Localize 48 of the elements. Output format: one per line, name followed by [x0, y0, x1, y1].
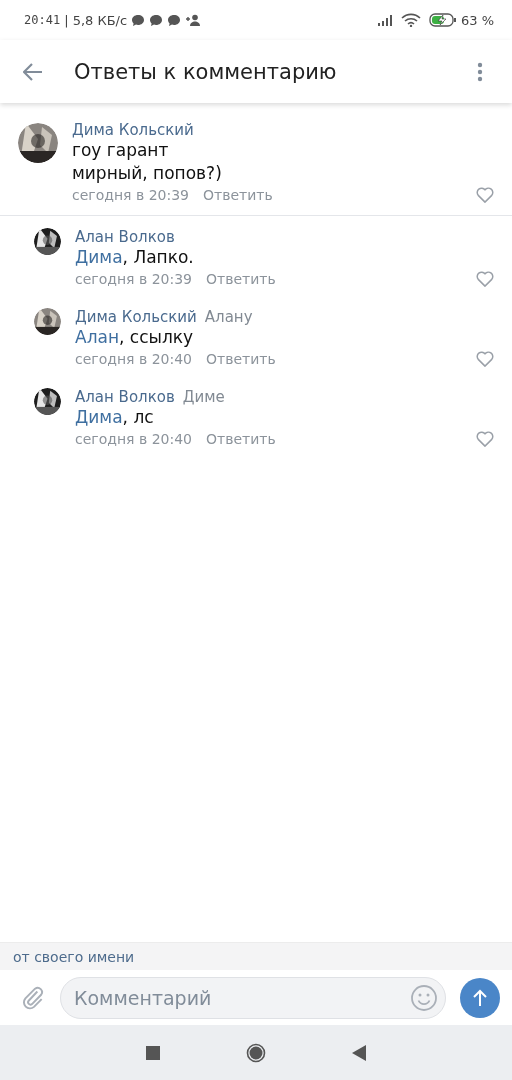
comment-text: Алан, ссылку	[75, 327, 194, 347]
page-title: Ответы к комментарию	[74, 59, 338, 84]
add-person-icon	[185, 14, 202, 26]
emoji-icon[interactable]	[410, 983, 438, 1012]
reply-link[interactable]: Ответить	[206, 351, 276, 367]
battery-icon	[428, 13, 457, 27]
heart-icon[interactable]	[476, 271, 494, 287]
network-speed: | 5,8 КБ/с	[64, 12, 128, 28]
author-name[interactable]: Алан Волков	[75, 388, 175, 406]
send-button[interactable]	[460, 977, 500, 1018]
clock: 20:41	[24, 13, 61, 27]
timestamp: сегодня в 20:39	[75, 271, 192, 287]
back-arrow-icon	[23, 62, 43, 81]
comment-text: Дима, Лапко.	[75, 247, 194, 267]
reply-recipient: Алану	[204, 308, 253, 326]
mention-link[interactable]: Дима	[75, 407, 123, 427]
comment-field[interactable]: Комментарий	[60, 976, 446, 1019]
reply-recipient: Диме	[182, 388, 225, 406]
mention-link[interactable]: Дима	[75, 247, 123, 267]
comment-text: гоу гарант	[72, 139, 170, 162]
chat-icon	[149, 13, 164, 27]
heart-icon[interactable]	[476, 187, 494, 203]
heart-icon[interactable]	[476, 431, 494, 447]
wifi-icon	[400, 13, 421, 27]
heart-icon[interactable]	[476, 351, 494, 367]
author-name[interactable]: Дима Кольский	[75, 308, 197, 326]
chat-icon	[131, 13, 146, 27]
reply-link[interactable]: Ответить	[206, 431, 276, 447]
home-button[interactable]	[246, 1042, 266, 1063]
chat-icon	[167, 13, 182, 27]
timestamp: сегодня в 20:40	[75, 351, 192, 367]
author-name[interactable]: Алан Волков	[75, 228, 175, 246]
signal-icon	[376, 14, 393, 26]
back-nav-button[interactable]	[352, 1044, 366, 1061]
comment-text: Дима, лс	[75, 407, 154, 427]
timestamp: сегодня в 20:39	[72, 187, 189, 203]
more-icon	[477, 61, 483, 82]
reply-link[interactable]: Ответить	[203, 187, 273, 203]
attachment-icon[interactable]	[20, 984, 46, 1011]
comment-text: мирный, попов?)	[72, 162, 223, 185]
reply-link[interactable]: Ответить	[206, 271, 276, 287]
author-name[interactable]: Дима Кольский	[72, 121, 194, 139]
recents-button[interactable]	[146, 1045, 160, 1060]
timestamp: сегодня в 20:40	[75, 431, 192, 447]
mention-link[interactable]: Алан	[75, 327, 120, 347]
arrow-up-icon	[472, 988, 488, 1007]
sender-identity-link[interactable]: от своего имени	[13, 948, 135, 965]
battery-percent: 63 %	[460, 12, 494, 28]
